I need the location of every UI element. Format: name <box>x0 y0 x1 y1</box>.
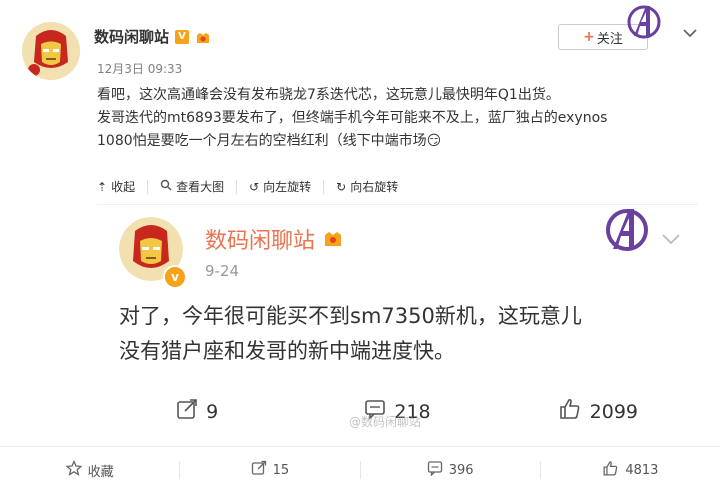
post-text-line: 1080怕是要吃一个月左右的空档红利（线下中端市场😏 <box>97 133 442 149</box>
verified-badge: V <box>175 29 190 44</box>
star-icon <box>64 459 83 480</box>
avengers-logo-icon <box>601 205 653 255</box>
author-avatar[interactable] <box>22 22 80 80</box>
avengers-logo-icon <box>624 2 664 42</box>
comment-button[interactable]: 396 <box>361 460 540 480</box>
like-icon <box>602 460 619 481</box>
chevron-down-icon <box>661 231 681 245</box>
fan-badge-icon <box>195 30 211 44</box>
repost-button[interactable]: 15 <box>180 460 359 480</box>
quoted-repost: 9 <box>97 398 297 425</box>
favorite-button[interactable]: 收藏 <box>0 459 179 480</box>
quoted-author-name: 数码闲聊站 <box>205 229 316 254</box>
rotate-right-button[interactable]: ↻ 向右旋转 <box>336 178 398 195</box>
repost-icon <box>176 398 198 425</box>
watermark: @数码闲聊站 <box>349 415 422 429</box>
post-text-line: 看吧，这次高通峰会没有发布骁龙7系迭代芯，这玩意儿最快明年Q1出货。 <box>97 87 560 103</box>
collapse-button[interactable]: ⇡ 收起 <box>97 178 135 195</box>
rotate-left-icon: ↺ <box>249 179 260 194</box>
view-large-button[interactable]: 查看大图 <box>160 178 224 195</box>
quoted-post-image[interactable]: v 数码闲聊站 9-24 对了，今年很可能买不到sm7350新机，这玩意儿 没有… <box>97 204 698 437</box>
fan-badge-icon <box>323 230 343 248</box>
quoted-like: 2099 <box>498 397 698 426</box>
plus-icon: + <box>583 29 595 45</box>
quoted-text-line: 没有猎户座和发哥的新中端进度快。 <box>119 339 455 363</box>
quoted-date: 9-24 <box>205 262 240 280</box>
like-button[interactable]: 4813 <box>541 460 720 481</box>
quoted-verified-badge: v <box>163 265 187 289</box>
follow-label: 关注 <box>596 31 623 47</box>
rotate-right-icon: ↻ <box>336 179 347 194</box>
like-icon <box>558 397 582 426</box>
collapse-icon: ⇡ <box>97 179 108 194</box>
comment-icon <box>427 460 443 480</box>
quoted-text-line: 对了，今年很可能买不到sm7350新机，这玩意儿 <box>119 304 582 328</box>
repost-icon <box>251 460 267 480</box>
rotate-left-button[interactable]: ↺ 向左旋转 <box>249 178 311 195</box>
chevron-down-icon[interactable] <box>682 24 698 38</box>
ironman-avatar-icon <box>22 22 80 80</box>
post-time[interactable]: 12月3日 09:33 <box>97 60 182 77</box>
magnifier-icon <box>160 179 172 194</box>
author-name[interactable]: 数码闲聊站 <box>94 26 169 47</box>
post-text-line: 发哥迭代的mt6893要发布了，但终端手机今年可能来不及上，蓝厂独占的exyno… <box>97 110 608 126</box>
